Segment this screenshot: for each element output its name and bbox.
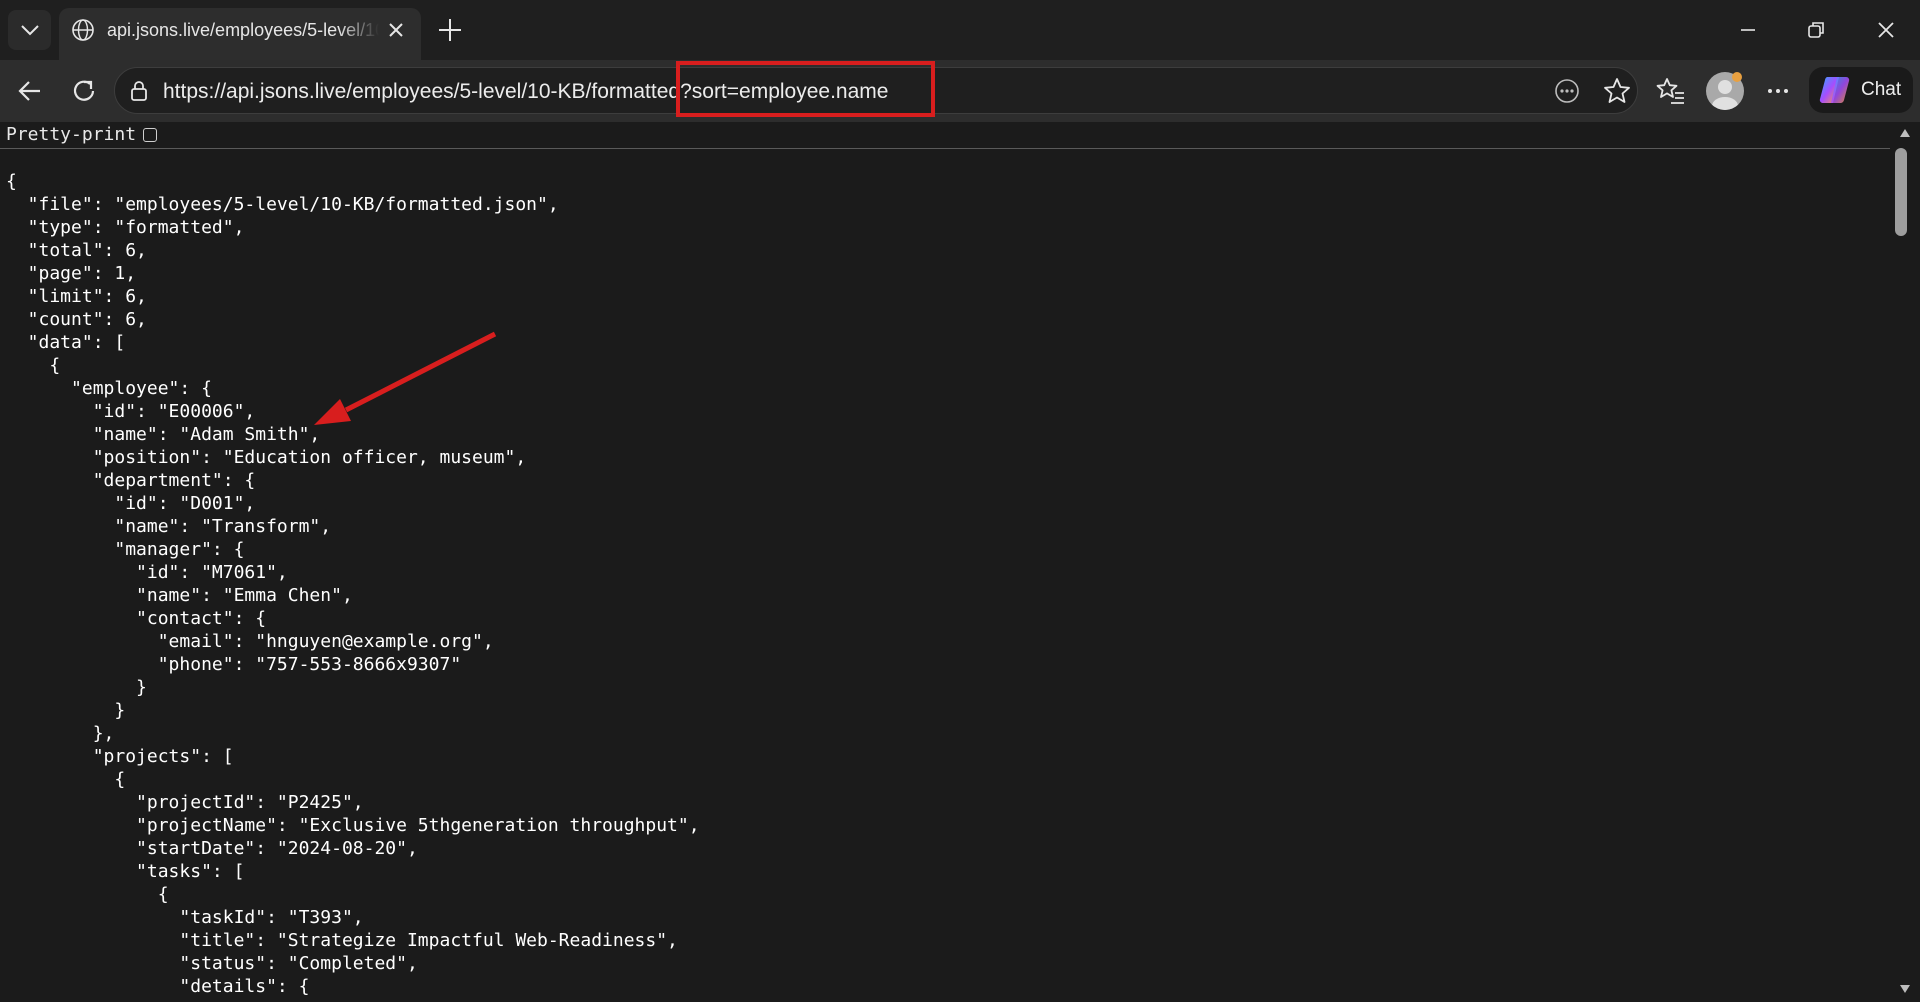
json-line: "file": "employees/5-level/10-KB/formatt…	[6, 194, 559, 215]
refresh-icon[interactable]	[68, 75, 100, 107]
json-line: },	[6, 723, 115, 744]
chat-label: Chat	[1861, 79, 1902, 100]
json-line: "manager": {	[6, 539, 245, 560]
minimize-icon[interactable]	[1732, 14, 1764, 46]
copilot-chat-button[interactable]: Chat	[1809, 67, 1913, 113]
pretty-print-bar: Pretty-print	[0, 122, 1890, 149]
navigation-toolbar: https://api.jsons.live/employees/5-level…	[0, 60, 1920, 122]
url-annotation-box	[676, 61, 935, 117]
notification-dot	[1732, 72, 1742, 82]
json-viewer: { "file": "employees/5-level/10-KB/forma…	[6, 170, 700, 998]
json-line: "page": 1,	[6, 263, 137, 284]
json-line: "projectName": "Exclusive 5thgeneration …	[6, 815, 700, 836]
json-line: "type": "formatted",	[6, 217, 245, 238]
json-line: "details": {	[6, 976, 310, 997]
json-line: }	[6, 677, 147, 698]
json-line: {	[6, 769, 126, 790]
scrollbar-thumb[interactable]	[1895, 148, 1907, 236]
json-line: "contact": {	[6, 608, 267, 629]
json-line: "position": "Education officer, museum",	[6, 447, 527, 468]
json-line: {	[6, 884, 169, 905]
copilot-icon	[1819, 76, 1850, 104]
json-line: }	[6, 700, 126, 721]
json-line: "department": {	[6, 470, 256, 491]
vertical-scrollbar[interactable]	[1890, 122, 1920, 1002]
json-line: "email": "hnguyen@example.org",	[6, 631, 494, 652]
json-line: "startDate": "2024-08-20",	[6, 838, 418, 859]
json-line: "phone": "757-553-8666x9307"	[6, 654, 462, 675]
json-line: "limit": 6,	[6, 286, 147, 307]
json-line: "title": "Strategize Impactful Web-Readi…	[6, 930, 678, 951]
back-arrow-icon[interactable]	[14, 75, 46, 107]
restore-icon[interactable]	[1800, 14, 1832, 46]
json-line: "count": 6,	[6, 309, 147, 330]
json-line: "total": 6,	[6, 240, 147, 261]
favorite-star-icon[interactable]	[1601, 75, 1633, 107]
page-content: Pretty-print { "file": "employees/5-leve…	[0, 122, 1920, 1002]
globe-icon	[72, 19, 94, 41]
favorites-icon[interactable]	[1655, 75, 1687, 107]
json-line: {	[6, 355, 61, 376]
json-line: "projects": [	[6, 746, 234, 767]
json-line: "status": "Completed",	[6, 953, 418, 974]
json-line: "name": "Transform",	[6, 516, 332, 537]
tab-title: api.jsons.live/employees/5-level/10-KB/f…	[107, 20, 379, 40]
more-options-circle-icon[interactable]	[1551, 75, 1583, 107]
json-line: "projectId": "P2425",	[6, 792, 364, 813]
json-line: "taskId": "T393",	[6, 907, 364, 928]
json-line: "id": "M7061",	[6, 562, 288, 583]
chevron-down-icon	[20, 25, 39, 36]
scroll-up-icon[interactable]	[1899, 128, 1911, 138]
lock-icon[interactable]	[127, 79, 151, 103]
pretty-print-label: Pretty-print	[6, 124, 137, 145]
close-tab-icon[interactable]	[385, 19, 407, 41]
json-line: {	[6, 171, 17, 192]
json-line: "employee": {	[6, 378, 212, 399]
ellipsis-menu-icon[interactable]	[1762, 75, 1794, 107]
new-tab-icon[interactable]	[436, 16, 464, 44]
json-line: "tasks": [	[6, 861, 245, 882]
scroll-down-icon[interactable]	[1899, 984, 1911, 994]
json-line: "id": "E00006",	[6, 401, 256, 422]
json-line: "id": "D001",	[6, 493, 256, 514]
tab-strip: api.jsons.live/employees/5-level/10-KB/f…	[0, 0, 1920, 60]
json-line: "name": "Emma Chen",	[6, 585, 353, 606]
browser-tab[interactable]: api.jsons.live/employees/5-level/10-KB/f…	[59, 8, 421, 60]
tab-actions-button[interactable]	[8, 10, 51, 50]
close-window-icon[interactable]	[1870, 14, 1902, 46]
json-line: "name": "Adam Smith",	[6, 424, 321, 445]
json-line: "data": [	[6, 332, 126, 353]
pretty-print-checkbox[interactable]	[143, 128, 157, 142]
